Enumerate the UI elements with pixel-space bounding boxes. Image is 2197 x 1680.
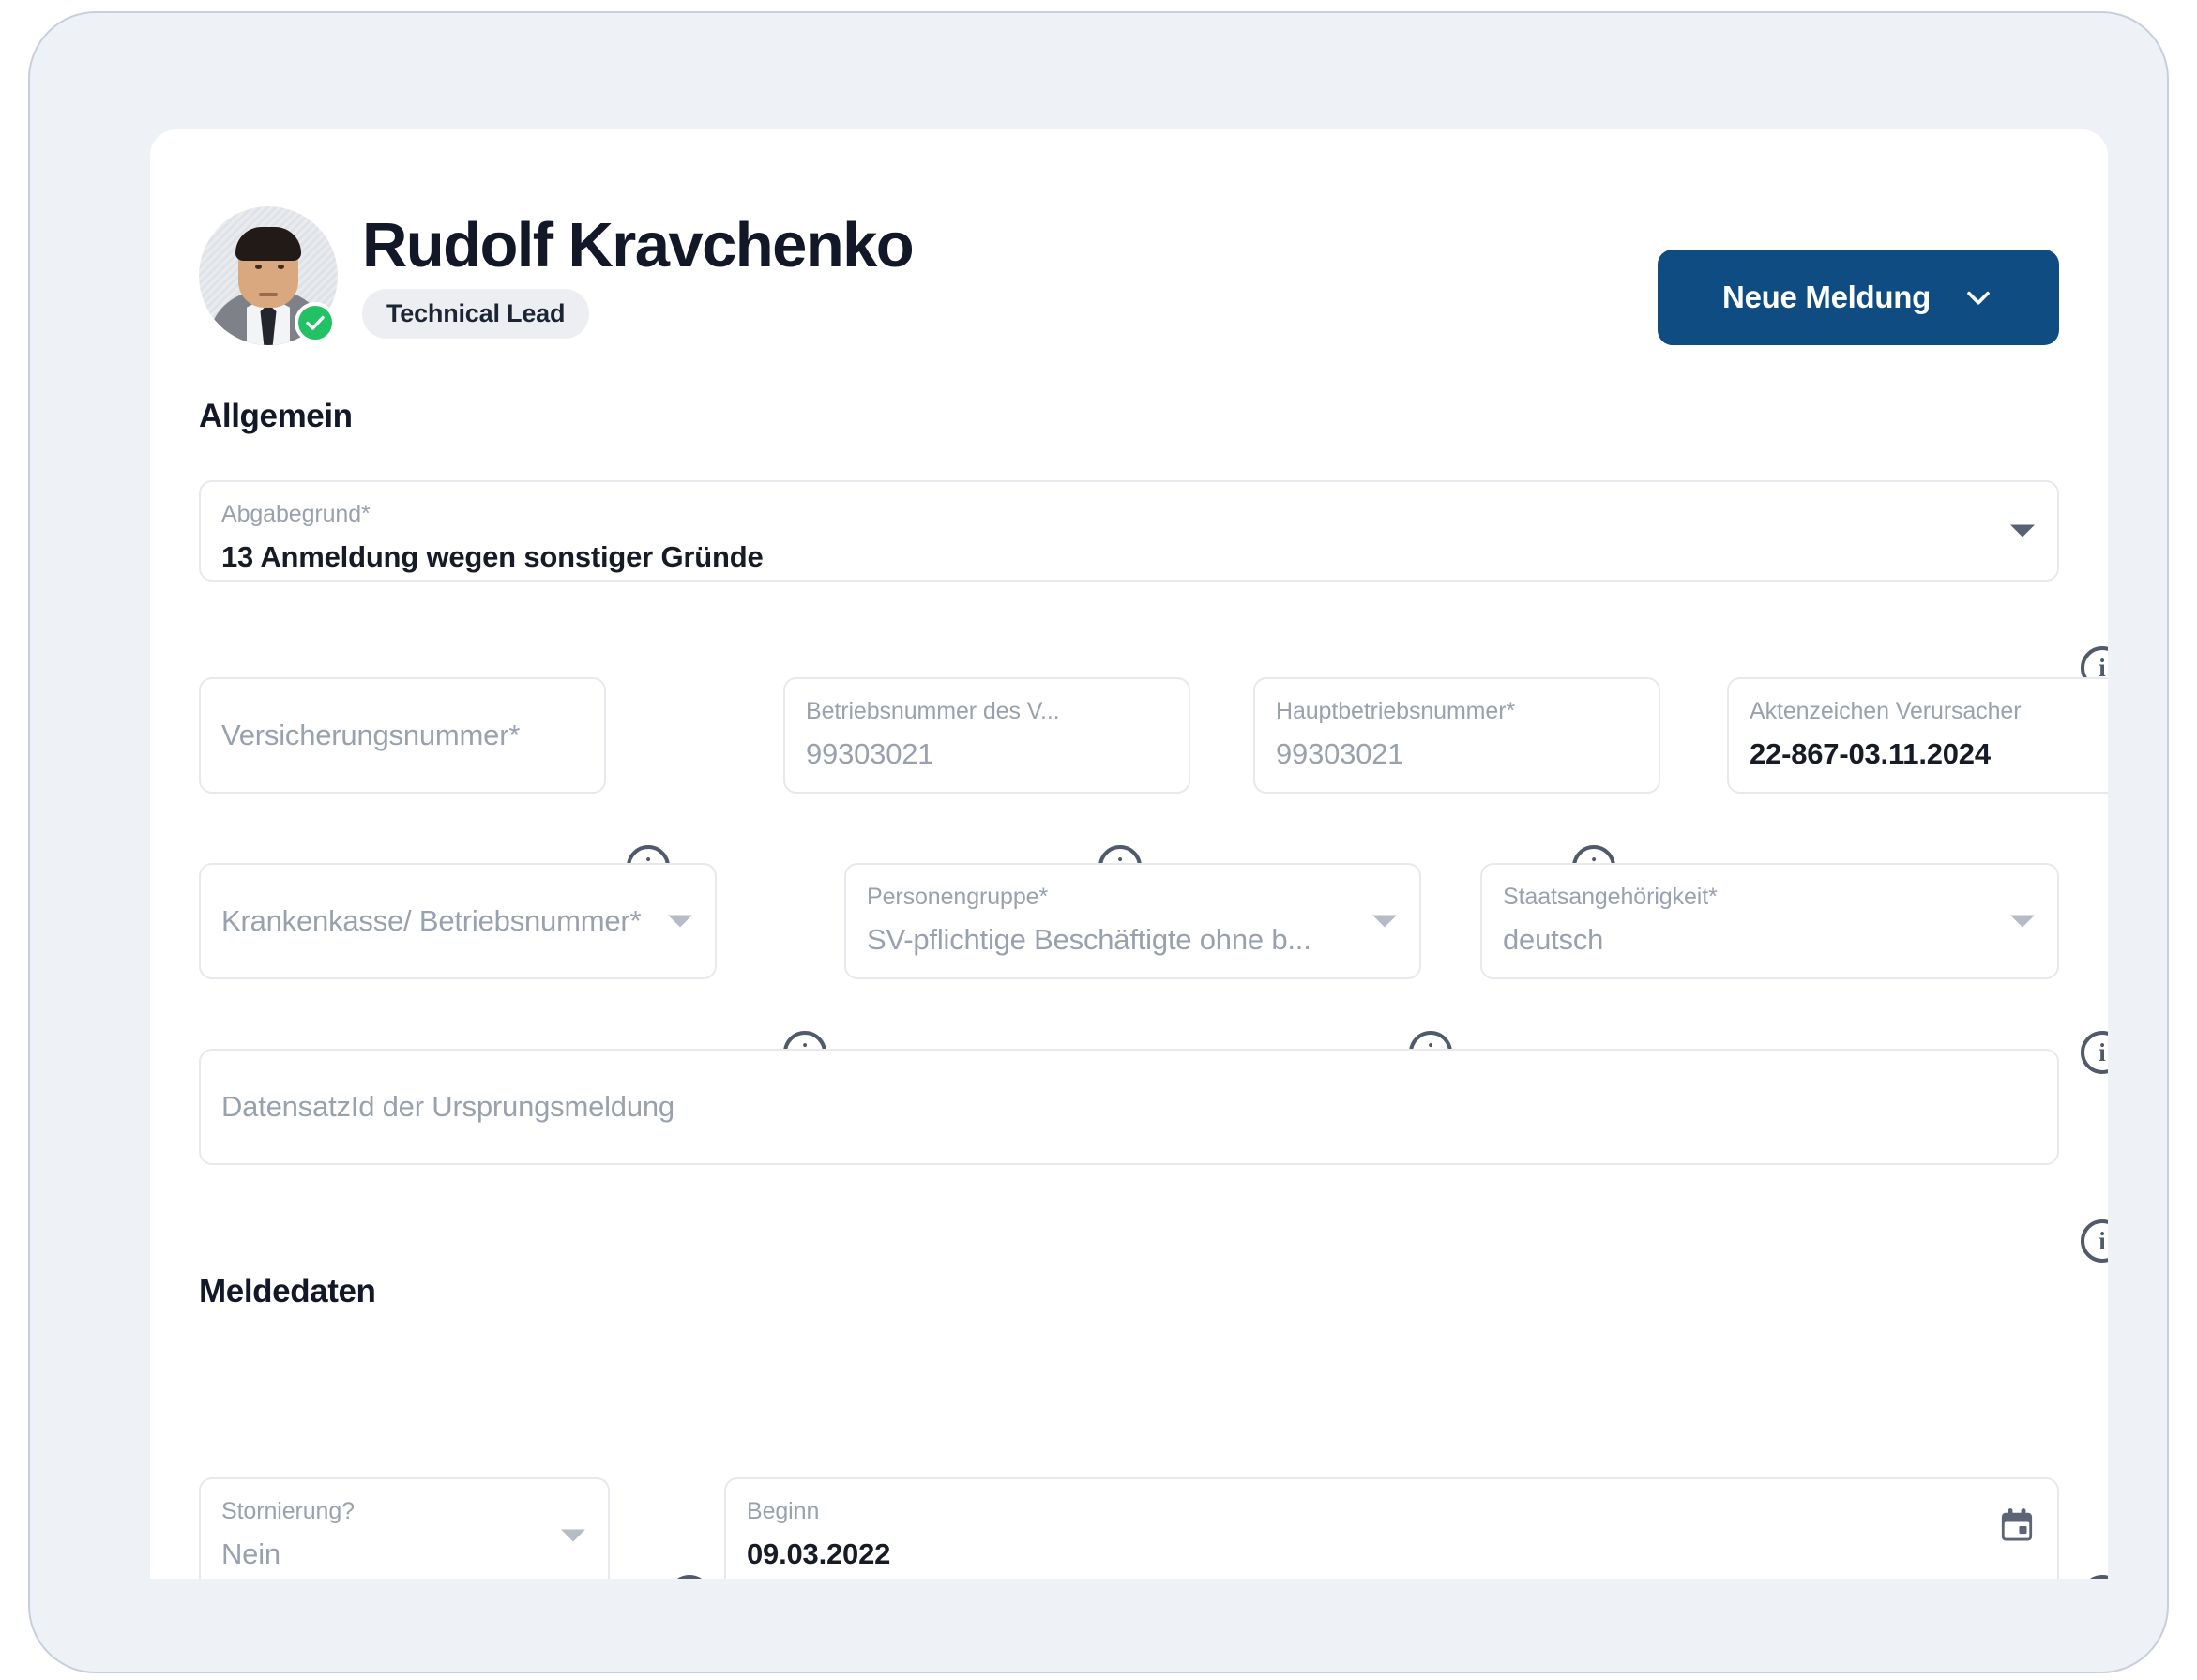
field-abgabegrund[interactable]: Abgabegrund* 13 Anmeldung wegen sonstige…	[199, 480, 2059, 582]
role-badge: Technical Lead	[362, 288, 590, 339]
field-staatsangehoerigkeit-label: Staatsangehörigkeit*	[1503, 884, 1718, 910]
info-icon[interactable]: i	[668, 1575, 711, 1579]
avatar-eye-left	[255, 265, 262, 269]
field-personengruppe[interactable]: Personengruppe* SV-pflichtige Beschäftig…	[844, 863, 1421, 979]
chevron-down-icon[interactable]	[2010, 524, 2035, 537]
verified-check-icon	[295, 302, 336, 343]
field-staatsangehoerigkeit-value: deutsch	[1503, 923, 1604, 956]
info-icon[interactable]: i	[2081, 1031, 2108, 1074]
field-hauptbetriebsnummer-label: Hauptbetriebsnummer*	[1276, 698, 1516, 724]
profile-header: Rudolf Kravchenko Technical Lead	[199, 206, 915, 345]
section-heading-meldedaten: Meldedaten	[199, 1273, 376, 1309]
field-beginn-value: 09.03.2022	[747, 1537, 891, 1570]
section-heading-allgemein: Allgemein	[199, 398, 353, 434]
field-versicherungsnummer[interactable]: Versicherungsnummer*	[199, 677, 606, 794]
chevron-down-icon	[1967, 291, 1990, 305]
field-abgabegrund-label: Abgabegrund*	[221, 501, 371, 527]
avatar-eye-right	[278, 265, 284, 269]
field-datensatz-id[interactable]: DatensatzId der Ursprungsmeldung	[199, 1049, 2059, 1165]
page-title: Rudolf Kravchenko	[362, 210, 915, 281]
field-aktenzeichen-verursacher-label: Aktenzeichen Verursacher	[1750, 698, 2022, 724]
avatar-wrapper	[199, 206, 338, 345]
chevron-down-icon[interactable]	[668, 915, 692, 928]
field-stornierung[interactable]: Stornierung? Nein	[199, 1477, 610, 1579]
field-datensatz-id-placeholder: DatensatzId der Ursprungsmeldung	[221, 1090, 674, 1123]
info-icon[interactable]: i	[2081, 1575, 2108, 1579]
field-staatsangehoerigkeit[interactable]: Staatsangehörigkeit* deutsch	[1480, 863, 2059, 979]
header-text: Rudolf Kravchenko Technical Lead	[362, 210, 915, 339]
field-stornierung-label: Stornierung?	[221, 1498, 355, 1524]
field-krankenkasse[interactable]: Krankenkasse/ Betriebsnummer*	[199, 863, 717, 979]
field-aktenzeichen-verursacher-value: 22-867-03.11.2024	[1750, 737, 1991, 770]
calendar-icon[interactable]	[1997, 1506, 2037, 1545]
info-icon[interactable]: i	[2081, 1219, 2108, 1263]
new-report-button[interactable]: Neue Meldung	[1658, 250, 2059, 345]
new-report-label: Neue Meldung	[1722, 280, 1931, 314]
field-aktenzeichen-verursacher[interactable]: Aktenzeichen Verursacher 22-867-03.11.20…	[1727, 677, 2108, 794]
field-beginn[interactable]: Beginn 09.03.2022	[724, 1477, 2059, 1579]
field-versicherungsnummer-placeholder: Versicherungsnummer*	[221, 719, 521, 751]
app-card: Rudolf Kravchenko Technical Lead Neue Me…	[150, 129, 2108, 1579]
chevron-down-icon[interactable]	[2010, 915, 2035, 928]
field-hauptbetriebsnummer-value: 99303021	[1276, 737, 1404, 770]
field-betriebsnummer-verursacher-value: 99303021	[806, 737, 934, 770]
avatar-hair	[235, 227, 301, 261]
field-betriebsnummer-verursacher[interactable]: Betriebsnummer des V... 99303021	[783, 677, 1190, 794]
field-betriebsnummer-verursacher-label: Betriebsnummer des V...	[806, 698, 1060, 724]
field-abgabegrund-value: 13 Anmeldung wegen sonstiger Gründe	[221, 540, 764, 573]
field-beginn-label: Beginn	[747, 1498, 820, 1524]
field-personengruppe-value: SV-pflichtige Beschäftigte ohne b...	[867, 923, 1311, 956]
field-personengruppe-label: Personengruppe*	[867, 884, 1049, 910]
chevron-down-icon[interactable]	[561, 1529, 585, 1542]
device-frame: Rudolf Kravchenko Technical Lead Neue Me…	[28, 11, 2169, 1673]
field-hauptbetriebsnummer[interactable]: Hauptbetriebsnummer* 99303021	[1253, 677, 1660, 794]
avatar-mouth	[259, 293, 278, 296]
chevron-down-icon[interactable]	[1372, 915, 1397, 928]
field-krankenkasse-placeholder: Krankenkasse/ Betriebsnummer*	[221, 904, 642, 937]
field-stornierung-value: Nein	[221, 1537, 280, 1570]
